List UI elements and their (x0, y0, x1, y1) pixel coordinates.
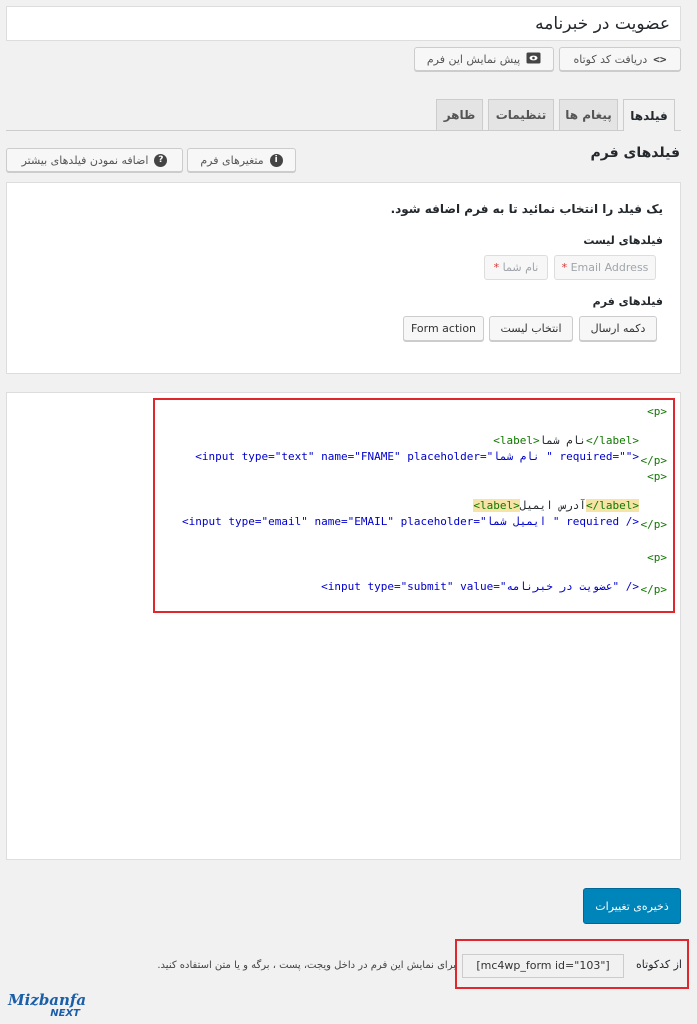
field-email-address-button[interactable]: * Email Address (554, 255, 656, 280)
save-changes-button[interactable]: ذخیره‌ی تغییرات (583, 888, 681, 924)
code-line: </p> (640, 454, 668, 467)
preview-icon (526, 52, 541, 67)
field-submit-button[interactable]: دکمه ارسال (579, 316, 657, 341)
shortcode-label: از کدکوتاه (636, 958, 682, 971)
code-line: <input type="email" name="EMAIL" placeho… (156, 502, 639, 541)
tab-messages[interactable]: پیغام ها (559, 99, 618, 130)
input-name-line: <input type="text" name="FNAME" placehol… (195, 450, 639, 463)
code-line: </p> (640, 583, 668, 596)
preview-label: پیش نمایش این فرم (426, 52, 521, 66)
preview-form-button[interactable]: پیش نمایش این فرم (414, 47, 554, 71)
code-line: <input type="text" name="FNAME" placehol… (169, 437, 639, 476)
shortcode-description: برای نمایش این فرم در داخل ویجت، پست ، ب… (157, 960, 456, 971)
get-shortcode-label: دریافت کد کوتاه (573, 52, 648, 66)
shortcode-value: [mc4wp_form id="103"] (476, 959, 610, 972)
tab-fields-label: فیلدها (630, 108, 668, 123)
active-tab-gap (624, 130, 674, 131)
field-list-choice-label: انتخاب لیست (500, 322, 562, 335)
info-icon: i (269, 153, 283, 167)
field-email-address-label: Email Address (570, 261, 649, 274)
add-more-fields-label: اضافه نمودن فیلدهای بیشتر (21, 153, 149, 167)
code-line: <p> (647, 405, 667, 418)
tab-appearance[interactable]: ظاهر (436, 99, 483, 130)
tab-messages-label: پیغام ها (565, 108, 612, 122)
required-mark: * (493, 261, 500, 274)
form-fields-heading: فیلدهای فرم (592, 295, 663, 308)
tab-settings[interactable]: تنظیمات (488, 99, 554, 130)
brand-logo: Mizbanfa NEXT (8, 993, 88, 1021)
field-your-name-label: نام شما (502, 261, 539, 274)
tab-settings-label: تنظیمات (495, 108, 547, 122)
field-instruction: یک فیلد را انتخاب نمائید تا به فرم اضافه… (390, 202, 663, 216)
field-form-action-label: Form action (410, 322, 477, 335)
form-variables-label: متغیرهای فرم (200, 153, 264, 167)
add-more-fields-button[interactable]: ? اضافه نمودن فیلدهای بیشتر (6, 148, 183, 172)
save-changes-label: ذخیره‌ی تغییرات (595, 899, 669, 913)
code-line: <p> (647, 470, 667, 483)
list-fields-heading: فیلدهای لیست (583, 234, 663, 247)
tab-fields[interactable]: فیلدها (623, 99, 675, 131)
tabs-divider (6, 130, 681, 131)
input-email-line: <input type="email" name="EMAIL" placeho… (182, 515, 639, 528)
form-title-input[interactable]: عضویت در خبرنامه (6, 6, 681, 41)
field-submit-label: دکمه ارسال (590, 322, 646, 335)
field-your-name-button[interactable]: نام شما * (484, 255, 548, 280)
code-line: <p> (647, 551, 667, 564)
brand-sub: NEXT (50, 1008, 80, 1019)
get-shortcode-button[interactable]: <> دریافت کد کوتاه (559, 47, 681, 71)
help-icon: ? (154, 153, 168, 167)
code-icon: <> (653, 52, 667, 66)
tab-appearance-label: ظاهر (443, 108, 476, 122)
code-line: <input type="submit" value="عضویت در خبر… (295, 567, 639, 606)
field-list-choice-button[interactable]: انتخاب لیست (489, 316, 573, 341)
input-submit-line: <input type="submit" value="عضویت در خبر… (321, 580, 639, 593)
brand-name: Mizbanfa (8, 991, 87, 1009)
code-line: </p> (640, 518, 668, 531)
required-mark: * (561, 261, 568, 274)
form-variables-button[interactable]: i متغیرهای فرم (187, 148, 296, 172)
shortcode-input[interactable]: [mc4wp_form id="103"] (462, 954, 624, 978)
field-form-action-button[interactable]: Form action (403, 316, 484, 341)
section-title: فیلدهای فرم (590, 145, 681, 161)
